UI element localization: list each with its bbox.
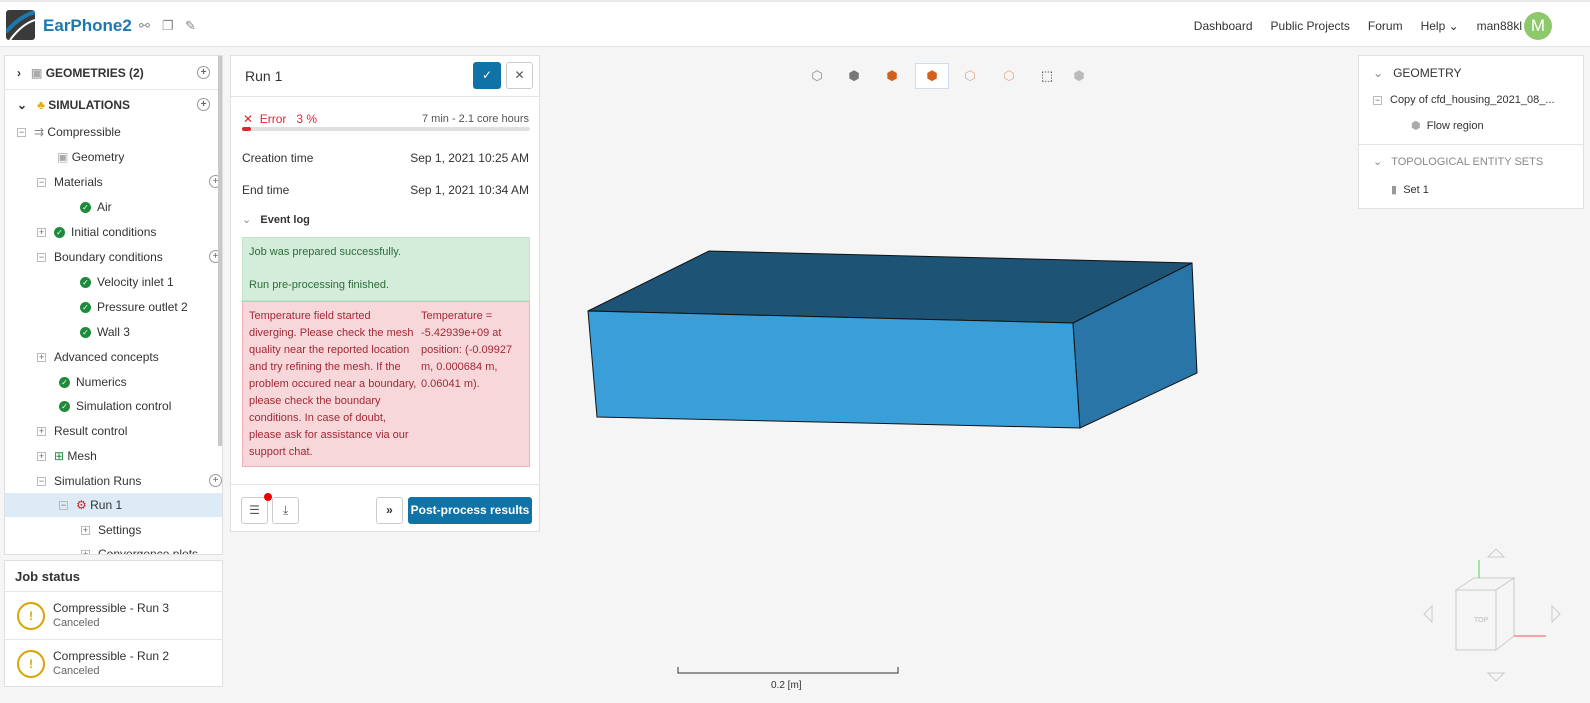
flow-region[interactable]: ⬢ Flow region xyxy=(1411,119,1484,132)
geometry-section[interactable]: ⌄ GEOMETRY xyxy=(1373,66,1462,80)
set-icon: ▮ xyxy=(1391,184,1398,196)
box-front-face[interactable] xyxy=(587,310,1081,429)
3d-viewer[interactable]: TOP xyxy=(0,0,1590,703)
scene-tree-panel: ⌄ GEOMETRY − Copy of cfd_housing_2021_08_… xyxy=(1358,55,1584,209)
scale-label: 0.2 [m] xyxy=(771,680,802,691)
geometry-file[interactable]: − Copy of cfd_housing_2021_08_... xyxy=(1373,94,1555,106)
nav-cube-top-label: TOP xyxy=(1474,617,1489,624)
body-icon: ⬢ xyxy=(1411,120,1421,132)
navigation-cube[interactable] xyxy=(1423,548,1561,682)
topological-sets-section[interactable]: ⌄ TOPOLOGICAL ENTITY SETS xyxy=(1373,155,1543,168)
set-1[interactable]: ▮ Set 1 xyxy=(1391,183,1429,196)
scale-bar xyxy=(677,667,899,674)
